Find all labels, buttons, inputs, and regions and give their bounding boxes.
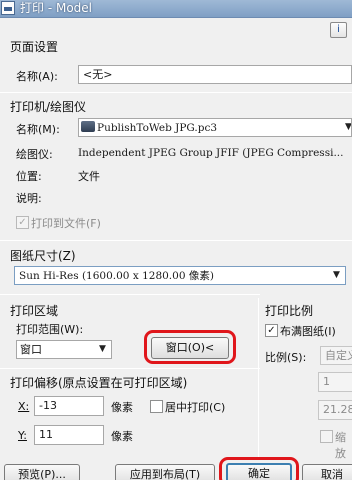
page-setup-name-value: <无> bbox=[83, 68, 113, 81]
plot-range-label: 打印范围(W): bbox=[16, 323, 84, 336]
offset-y-input[interactable]: 11 bbox=[34, 425, 104, 445]
divider bbox=[0, 240, 352, 241]
scale-select[interactable]: 自定义 bbox=[320, 346, 352, 365]
offset-x-label: X: bbox=[18, 400, 30, 413]
chevron-down-icon: ▼ bbox=[345, 122, 352, 132]
divider bbox=[0, 92, 352, 93]
plotter-label: 绘图仪: bbox=[16, 148, 53, 161]
page-setup-name-label: 名称(A): bbox=[16, 70, 58, 83]
plot-offset-section-title: 打印偏移(原点设置在可打印区域) bbox=[10, 376, 188, 390]
plotter-value: Independent JPEG Group JFIF (JPEG Compre… bbox=[78, 147, 344, 159]
plot-range-select[interactable]: 窗口 ▼ bbox=[16, 340, 112, 359]
scale-lineweights-checkbox[interactable] bbox=[320, 430, 333, 443]
printer-name-label: 名称(M): bbox=[16, 123, 60, 136]
apply-to-layout-button[interactable]: 应用到布局(T) bbox=[115, 464, 215, 480]
page-setup-name-select[interactable]: <无> bbox=[78, 65, 352, 84]
window-title: 打印 - Model bbox=[20, 1, 92, 15]
printer-section-title: 打印机/绘图仪 bbox=[10, 100, 87, 114]
offset-y-unit: 像素 bbox=[111, 430, 133, 443]
location-value: 文件 bbox=[78, 170, 100, 183]
paper-size-section-title: 图纸尺寸(Z) bbox=[10, 249, 76, 263]
plot-range-value: 窗口 bbox=[20, 343, 42, 356]
center-plot-label: 居中打印(C) bbox=[165, 401, 226, 414]
print-to-file-label: 打印到文件(F) bbox=[31, 217, 101, 230]
printer-name-select[interactable]: PublishToWeb JPG.pc3 ▼ bbox=[78, 118, 352, 137]
scale-value2-input[interactable]: 21.28 bbox=[318, 400, 352, 420]
printer-name-value: PublishToWeb JPG.pc3 bbox=[97, 122, 218, 134]
page-setup-section-title: 页面设置 bbox=[10, 40, 59, 54]
fit-to-paper-label: 布满图纸(I) bbox=[280, 325, 336, 338]
cancel-button[interactable]: 取消 bbox=[302, 464, 352, 480]
window-select-button[interactable]: 窗口(O)< bbox=[151, 337, 229, 359]
preview-button[interactable]: 预览(P)... bbox=[4, 464, 80, 480]
scale-value1-input[interactable]: 1 bbox=[318, 372, 352, 392]
print-to-file-checkbox[interactable]: ✓ bbox=[16, 216, 29, 229]
scale-value: 自定义 bbox=[325, 349, 352, 362]
offset-x-input[interactable]: -13 bbox=[34, 396, 104, 416]
description-label: 说明: bbox=[16, 192, 42, 205]
scale-lineweights-label: 缩放 bbox=[335, 431, 346, 460]
plot-scale-section-title: 打印比例 bbox=[265, 304, 314, 318]
paper-size-value: Sun Hi-Res (1600.00 x 1280.00 像素) bbox=[19, 270, 214, 282]
scale-label: 比例(S): bbox=[265, 351, 307, 364]
plotter-icon bbox=[81, 121, 95, 132]
help-button[interactable]: i bbox=[330, 22, 347, 38]
ok-button[interactable]: 确定 bbox=[226, 463, 292, 480]
paper-size-select[interactable]: Sun Hi-Res (1600.00 x 1280.00 像素) ▼ bbox=[14, 266, 346, 285]
fit-to-paper-checkbox[interactable]: ✓ bbox=[265, 324, 278, 337]
title-bar: 打印 - Model bbox=[0, 0, 352, 18]
location-label: 位置: bbox=[16, 170, 42, 183]
offset-y-label: Y: bbox=[18, 429, 27, 442]
center-plot-checkbox[interactable] bbox=[150, 400, 163, 413]
vertical-divider bbox=[258, 298, 259, 458]
divider bbox=[0, 368, 260, 369]
chevron-down-icon: ▼ bbox=[99, 344, 106, 354]
divider bbox=[0, 294, 260, 295]
offset-x-unit: 像素 bbox=[111, 401, 133, 414]
plot-area-section-title: 打印区域 bbox=[10, 304, 59, 318]
app-icon bbox=[1, 1, 15, 15]
chevron-down-icon: ▼ bbox=[333, 270, 340, 280]
